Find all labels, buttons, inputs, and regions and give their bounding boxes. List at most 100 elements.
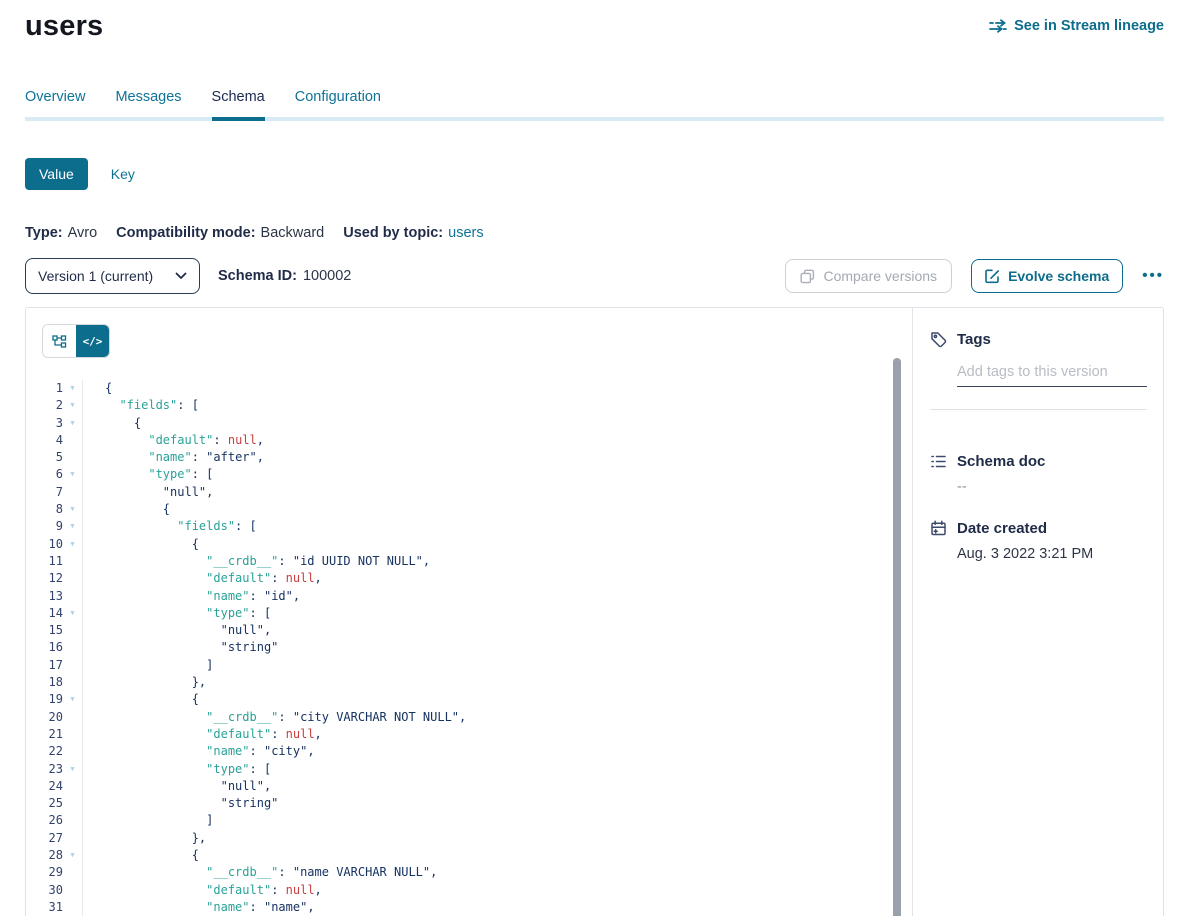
- line-number: 23: [26, 761, 63, 778]
- meta-item: Compatibility mode:Backward: [116, 225, 324, 241]
- editor-scrollbar[interactable]: [893, 358, 901, 916]
- fold-gutter: [63, 553, 83, 570]
- code-view-button[interactable]: </>: [76, 325, 109, 357]
- code-line: 31 "name": "name",: [26, 899, 912, 916]
- line-number: 16: [26, 639, 63, 656]
- fold-arrow-icon[interactable]: ▼: [70, 765, 74, 773]
- fold-arrow-icon[interactable]: ▼: [70, 505, 74, 513]
- fold-arrow-icon[interactable]: ▼: [70, 609, 74, 617]
- fold-arrow-icon[interactable]: ▼: [70, 695, 74, 703]
- code-editor[interactable]: 1▼{2▼ "fields": [3▼ {4 "default": null,5…: [26, 380, 912, 916]
- meta-label: Used by topic:: [343, 225, 443, 241]
- line-number: 21: [26, 726, 63, 743]
- fold-gutter: [63, 743, 83, 760]
- tab-configuration[interactable]: Configuration: [295, 89, 381, 117]
- line-number: 6: [26, 466, 63, 483]
- tags-input[interactable]: [957, 361, 1147, 387]
- stream-lineage-link[interactable]: See in Stream lineage: [989, 18, 1164, 34]
- code-content: "__crdb__": "city VARCHAR NOT NULL",: [83, 709, 466, 726]
- code-line: 21 "default": null,: [26, 726, 912, 743]
- code-content: "fields": [: [83, 518, 257, 535]
- line-number: 30: [26, 882, 63, 899]
- code-content: "string": [83, 795, 278, 812]
- tab-messages[interactable]: Messages: [115, 89, 181, 117]
- tag-icon: [930, 331, 947, 348]
- chevron-down-icon: [175, 272, 187, 280]
- fold-arrow-icon[interactable]: ▼: [70, 851, 74, 859]
- line-number: 10: [26, 536, 63, 553]
- code-content: "name": "after",: [83, 449, 264, 466]
- fold-arrow-icon[interactable]: ▼: [70, 401, 74, 409]
- line-number: 29: [26, 864, 63, 881]
- version-select[interactable]: Version 1 (current): [25, 258, 200, 294]
- fold-gutter: ▼: [63, 536, 83, 553]
- fold-gutter: [63, 795, 83, 812]
- fold-arrow-icon[interactable]: ▼: [70, 540, 74, 548]
- fold-gutter: [63, 639, 83, 656]
- schema-sidebar: Tags Schema doc --: [912, 308, 1163, 916]
- line-number: 31: [26, 899, 63, 916]
- code-line: 3▼ {: [26, 415, 912, 432]
- tabs: Overview Messages Schema Configuration: [25, 89, 1164, 121]
- code-content: {: [83, 380, 112, 397]
- line-number: 22: [26, 743, 63, 760]
- fold-gutter: ▼: [63, 847, 83, 864]
- value-tab-button[interactable]: Value: [25, 158, 88, 190]
- tab-schema[interactable]: Schema: [212, 89, 265, 117]
- line-number: 24: [26, 778, 63, 795]
- line-number: 14: [26, 605, 63, 622]
- schema-id-label: Schema ID:: [218, 268, 297, 284]
- schema-id: Schema ID: 100002: [218, 268, 351, 284]
- code-line: 15 "null",: [26, 622, 912, 639]
- topic-link[interactable]: users: [448, 225, 483, 241]
- stream-lineage-icon: [989, 19, 1007, 33]
- date-created-heading: Date created: [930, 520, 1147, 537]
- fold-gutter: [63, 432, 83, 449]
- more-options-button[interactable]: •••: [1142, 271, 1164, 281]
- code-content: "__crdb__": "name VARCHAR NULL",: [83, 864, 437, 881]
- code-line: 6▼ "type": [: [26, 466, 912, 483]
- code-content: "__crdb__": "id UUID NOT NULL",: [83, 553, 430, 570]
- tags-heading-label: Tags: [957, 331, 991, 348]
- tree-view-button[interactable]: [43, 325, 76, 357]
- fold-gutter: [63, 899, 83, 916]
- fold-gutter: [63, 778, 83, 795]
- page-title: users: [25, 10, 103, 43]
- code-content: "default": null,: [83, 432, 264, 449]
- fold-gutter: ▼: [63, 518, 83, 535]
- evolve-schema-button[interactable]: Evolve schema: [971, 259, 1123, 293]
- code-line: 10▼ {: [26, 536, 912, 553]
- meta-value: Backward: [261, 225, 325, 241]
- code-line: 8▼ {: [26, 501, 912, 518]
- fold-gutter: [63, 709, 83, 726]
- compare-versions-button[interactable]: Compare versions: [785, 259, 952, 293]
- code-content: "fields": [: [83, 397, 199, 414]
- fold-arrow-icon[interactable]: ▼: [70, 470, 74, 478]
- line-number: 25: [26, 795, 63, 812]
- code-line: 5 "name": "after",: [26, 449, 912, 466]
- line-number: 17: [26, 657, 63, 674]
- fold-gutter: ▼: [63, 605, 83, 622]
- line-number: 9: [26, 518, 63, 535]
- meta-label: Type:: [25, 225, 63, 241]
- fold-gutter: [63, 588, 83, 605]
- date-created-value: Aug. 3 2022 3:21 PM: [957, 546, 1147, 562]
- code-content: "name": "id",: [83, 588, 300, 605]
- fold-arrow-icon[interactable]: ▼: [70, 384, 74, 392]
- tabs-underline-bar: [25, 117, 1164, 121]
- fold-arrow-icon[interactable]: ▼: [70, 522, 74, 530]
- copy-icon: [800, 269, 815, 284]
- code-content: {: [83, 691, 199, 708]
- key-tab-button[interactable]: Key: [111, 166, 135, 182]
- schema-doc-value: --: [957, 479, 1147, 495]
- compare-versions-label: Compare versions: [823, 268, 937, 284]
- code-line: 18 },: [26, 674, 912, 691]
- fold-arrow-icon[interactable]: ▼: [70, 419, 74, 427]
- fold-gutter: [63, 882, 83, 899]
- tab-overview[interactable]: Overview: [25, 89, 85, 117]
- line-number: 18: [26, 674, 63, 691]
- sidebar-divider: [930, 409, 1147, 410]
- code-line: 28▼ {: [26, 847, 912, 864]
- code-line: 17 ]: [26, 657, 912, 674]
- fold-gutter: ▼: [63, 380, 83, 397]
